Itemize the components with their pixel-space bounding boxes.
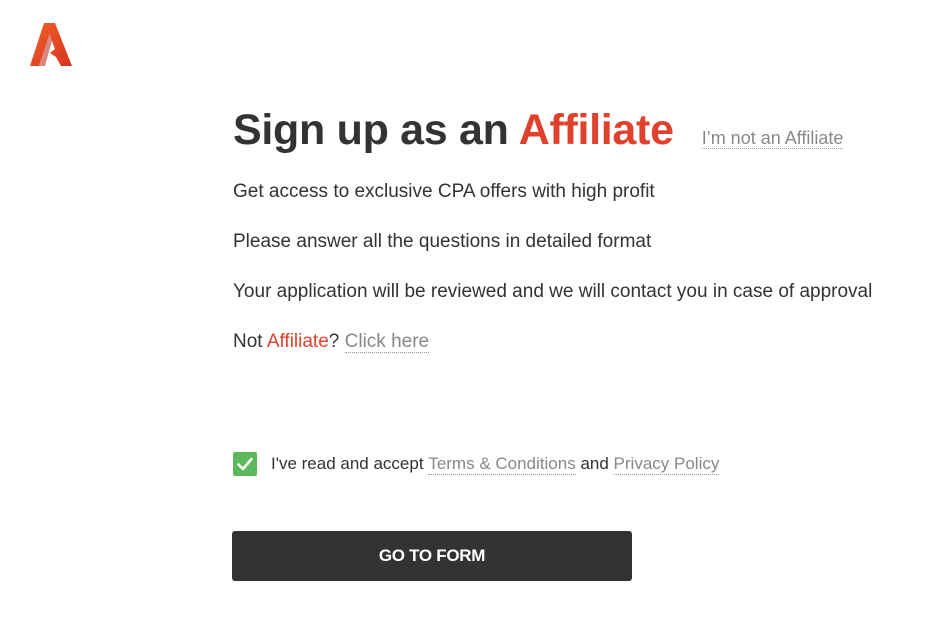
- info-line-not-affiliate: Not Affiliate? Click here: [233, 331, 430, 353]
- title-prefix: Sign up as an: [233, 106, 519, 154]
- terms-conditions-link[interactable]: Terms & Conditions: [428, 454, 576, 475]
- and-text: and: [580, 454, 609, 473]
- info-line-offers: Get access to exclusive CPA offers with …: [233, 181, 655, 202]
- go-to-form-button[interactable]: GO TO FORM: [232, 531, 632, 581]
- info-line-review: Your application will be reviewed and we…: [233, 281, 873, 302]
- title-accent: Affiliate: [518, 106, 674, 154]
- not-accent: Affiliate: [266, 331, 329, 352]
- not-suffix: ?: [328, 331, 340, 352]
- terms-acceptance-row: I've read and accept Terms & Conditions …: [233, 452, 720, 476]
- brand-logo[interactable]: [28, 20, 74, 68]
- privacy-policy-link[interactable]: Privacy Policy: [613, 454, 720, 475]
- signup-content: Sign up as an Affiliate I’m not an Affil…: [233, 106, 933, 155]
- checkmark-icon: [237, 457, 253, 471]
- not-affiliate-link[interactable]: I’m not an Affiliate: [701, 129, 844, 149]
- click-here-link[interactable]: Click here: [344, 331, 430, 353]
- accept-terms-checkbox[interactable]: [233, 452, 257, 476]
- accept-text: I've read and accept: [271, 454, 424, 473]
- a-letter-logo-icon: [30, 23, 72, 66]
- info-line-questions: Please answer all the questions in detai…: [233, 231, 652, 252]
- title-row: Sign up as an Affiliate I’m not an Affil…: [233, 106, 933, 155]
- page-title: Sign up as an Affiliate: [233, 106, 674, 155]
- not-prefix: Not: [233, 331, 267, 352]
